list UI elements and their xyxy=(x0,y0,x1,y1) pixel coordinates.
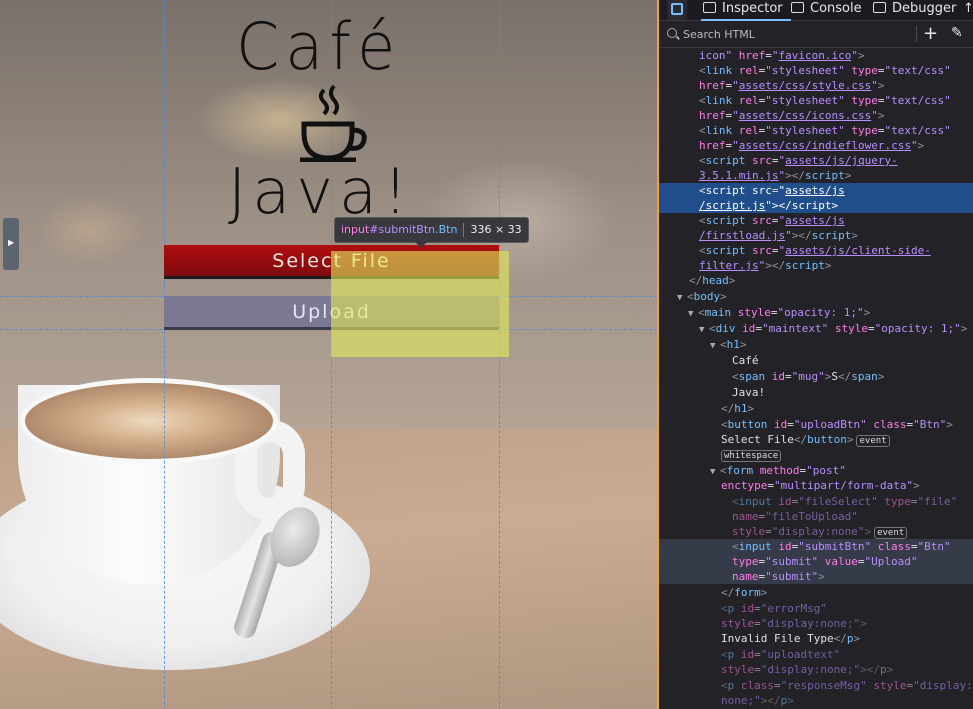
tab-console[interactable]: Console xyxy=(791,0,862,20)
tree-line[interactable]: ▼ <h1> xyxy=(659,337,973,352)
tooltip-class: .Btn xyxy=(435,223,458,236)
console-icon xyxy=(791,2,804,13)
search-icon xyxy=(667,28,677,38)
tooltip-size: 336 × 33 xyxy=(470,223,522,236)
tree-line[interactable]: ▼ <main style="opacity: 1;"> xyxy=(659,305,973,320)
tree-line[interactable]: 3.5.1.min.js"></script> xyxy=(659,168,973,183)
tree-line[interactable]: ▼ <div id="maintext" style="opacity: 1;"> xyxy=(659,321,973,336)
tree-line[interactable]: </head> xyxy=(659,273,973,288)
tree-line[interactable]: <span id="mug">S</span> xyxy=(659,369,973,384)
tree-line[interactable]: Select File</button> event xyxy=(659,432,973,447)
tooltip-arrow xyxy=(414,241,428,248)
more-tools-icon[interactable]: ↑ xyxy=(963,0,973,20)
search-html-input[interactable] xyxy=(683,25,903,43)
tree-line[interactable]: <link rel="stylesheet" type="text/css" xyxy=(659,93,973,108)
tree-line-hovered[interactable]: <input id="submitBtn" class="Btn" xyxy=(659,539,973,554)
tree-line[interactable]: <script src="assets/js/client-side- xyxy=(659,243,973,258)
tree-line-hovered[interactable]: name="submit"> xyxy=(659,569,973,584)
tree-line[interactable]: whitespace xyxy=(659,447,973,462)
tab-debugger-label: Debugger xyxy=(892,1,957,16)
tree-line[interactable]: Java! xyxy=(659,385,973,400)
tree-line-hovered[interactable]: type="submit" value="Upload" xyxy=(659,554,973,569)
tree-line[interactable]: <script src="assets/js/jquery- xyxy=(659,153,973,168)
tree-line[interactable]: ▼ <body> xyxy=(659,289,973,304)
tab-inspector-label: Inspector xyxy=(722,1,783,16)
tree-line[interactable]: style="display:none;"> xyxy=(659,616,973,631)
tree-line[interactable]: ▼ <form method="post" xyxy=(659,463,973,478)
devtools-toolbar: Inspector Console Debugger ↑ xyxy=(659,0,973,21)
eyedropper-icon[interactable]: ✎ xyxy=(951,25,963,41)
tree-line[interactable]: name="fileToUpload" xyxy=(659,509,973,524)
tree-line[interactable]: enctype="multipart/form-data"> xyxy=(659,478,973,493)
tab-debugger[interactable]: Debugger xyxy=(873,0,956,20)
tree-line-selected[interactable]: <script src="assets/js xyxy=(659,183,973,198)
tree-line[interactable]: <input id="fileSelect" type="file" xyxy=(659,494,973,509)
devtools-panel: Inspector Console Debugger ↑ + ✎ icon" h… xyxy=(657,0,973,709)
tree-line[interactable]: icon" href="favicon.ico"> xyxy=(659,48,973,63)
sidebar-toggle-handle[interactable]: ▶ xyxy=(3,218,19,270)
inspector-tooltip: input#submitBtn.Btn 336 × 33 xyxy=(334,217,529,243)
page-title-cafe: Café xyxy=(236,8,402,85)
tree-line[interactable]: href="assets/css/icons.css"> xyxy=(659,108,973,123)
tab-inspector[interactable]: Inspector xyxy=(701,0,791,21)
tooltip-tag: input xyxy=(341,223,370,236)
tab-console-label: Console xyxy=(810,1,862,16)
tree-line[interactable]: <button id="uploadBtn" class="Btn"> xyxy=(659,417,973,432)
tree-line[interactable]: href="assets/css/style.css"> xyxy=(659,78,973,93)
tree-line[interactable]: </form> xyxy=(659,585,973,600)
coffee-cup-steam-icon xyxy=(300,84,367,162)
tree-line[interactable]: Café xyxy=(659,353,973,368)
tree-line[interactable]: </h1> xyxy=(659,401,973,416)
tree-line-selected[interactable]: /script.js"></script> xyxy=(659,198,973,213)
tooltip-id: #submitBtn xyxy=(369,223,436,236)
tree-line[interactable]: href="assets/css/indieflower.css"> xyxy=(659,138,973,153)
tree-line[interactable]: filter.js"></script> xyxy=(659,258,973,273)
tree-line[interactable]: <p id="errorMsg" xyxy=(659,601,973,616)
tree-line[interactable]: Invalid File Type</p> xyxy=(659,631,973,646)
tree-line[interactable]: <p class="responseMsg" style="display: xyxy=(659,678,973,693)
add-node-icon[interactable]: + xyxy=(923,22,938,46)
tree-line[interactable]: style="display:none"> event xyxy=(659,524,973,539)
debugger-icon xyxy=(873,2,886,13)
html-tree: icon" href="favicon.ico"> <link rel="sty… xyxy=(659,48,973,709)
tree-line[interactable]: <link rel="stylesheet" type="text/css" xyxy=(659,123,973,138)
element-picker-button[interactable] xyxy=(667,0,687,20)
page-viewport: Café Java! Select File Upload input#subm… xyxy=(0,0,657,709)
element-picker-icon xyxy=(671,3,683,15)
html-search-bar: + ✎ xyxy=(659,22,973,48)
tree-line[interactable]: /firstload.js"></script> xyxy=(659,228,973,243)
element-highlight-overlay xyxy=(331,251,509,357)
inspector-icon xyxy=(703,2,716,13)
tree-line[interactable]: <p id="uploadtext" xyxy=(659,647,973,662)
tree-line[interactable]: <script src="assets/js xyxy=(659,213,973,228)
tree-line[interactable]: style="display:none;"></p> xyxy=(659,662,973,677)
tree-line[interactable]: <link rel="stylesheet" type="text/css" xyxy=(659,63,973,78)
tree-line[interactable]: none;"></p> xyxy=(659,693,973,708)
chevron-right-icon: ▶ xyxy=(8,238,15,247)
